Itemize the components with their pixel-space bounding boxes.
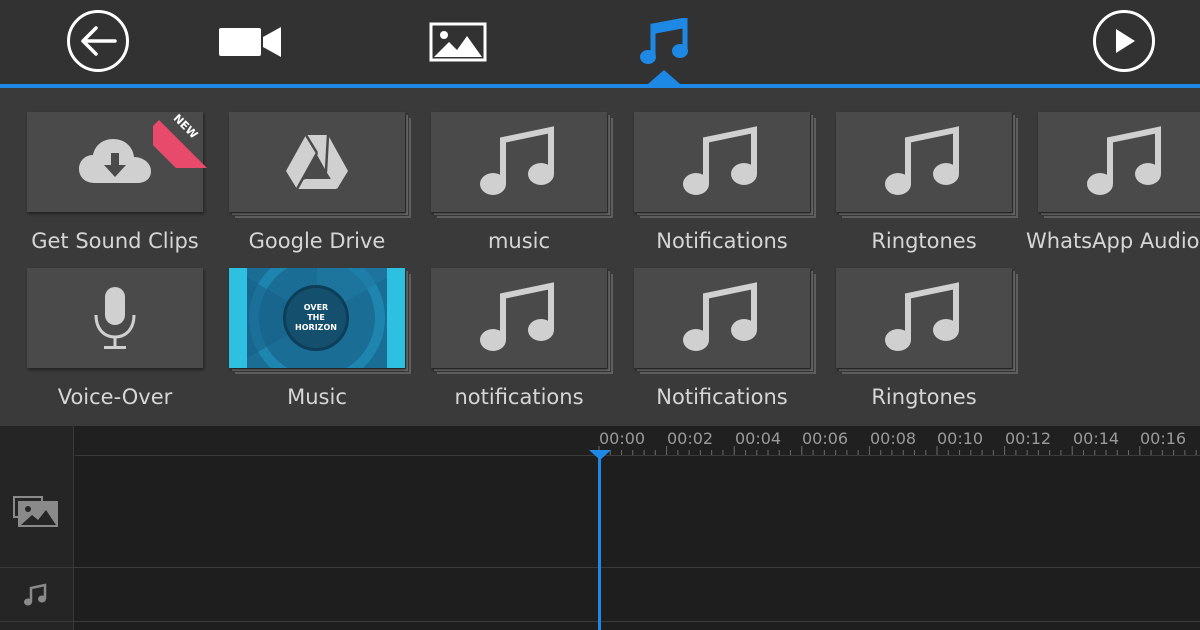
play-button[interactable] — [1093, 10, 1155, 72]
back-button[interactable] — [67, 10, 129, 72]
library-item-label: WhatsApp Audio — [1026, 229, 1200, 253]
music-note-icon — [885, 126, 959, 195]
playhead-handle[interactable] — [589, 450, 611, 460]
music-note-icon — [1087, 126, 1161, 195]
music-note-icon — [480, 126, 554, 195]
thumbnail — [634, 112, 816, 224]
thumbnail — [836, 112, 1018, 224]
thumbnail — [431, 112, 613, 224]
active-tab-indicator — [648, 70, 680, 84]
library-item-label: Voice-Over — [57, 385, 173, 409]
library-item-label: Music — [287, 385, 347, 409]
time-label: 00:00 — [599, 429, 646, 448]
playhead[interactable] — [598, 452, 601, 630]
new-badge: NEW — [153, 112, 209, 168]
thumbnail — [27, 268, 209, 380]
thumbnail — [431, 268, 613, 380]
time-label: 00:12 — [1005, 429, 1052, 448]
time-label: 00:06 — [802, 429, 849, 448]
time-label: 00:02 — [667, 429, 714, 448]
video-camera-icon — [219, 27, 281, 57]
tab-audio[interactable] — [632, 14, 696, 70]
play-icon — [1116, 29, 1135, 53]
time-label: 00:16 — [1140, 429, 1187, 448]
library-item-label: notifications — [454, 385, 584, 409]
album-art: OVER THE HORIZON — [229, 268, 405, 368]
google-drive-icon — [286, 134, 348, 190]
music-note-icon — [683, 282, 757, 351]
thumbnail: OVER THE HORIZON — [229, 268, 411, 380]
back-arrow-icon — [81, 26, 117, 56]
timeline: 00:00 00:02 00:04 00:06 00:08 00:10 00:1… — [0, 426, 1200, 630]
time-label: 00:10 — [937, 429, 984, 448]
time-label: 00:04 — [735, 429, 782, 448]
top-toolbar — [0, 0, 1200, 88]
library-item-label: Notifications — [656, 385, 788, 409]
library-item-label: music — [487, 229, 551, 253]
album-title: OVER THE HORIZON — [283, 285, 349, 351]
microphone-icon — [94, 287, 136, 349]
library-item-label: Get Sound Clips — [31, 229, 199, 253]
tab-photo[interactable] — [424, 14, 492, 70]
library-item-label: Google Drive — [248, 229, 386, 253]
thumbnail — [634, 268, 816, 380]
music-note-icon — [683, 126, 757, 195]
music-track-icon — [22, 582, 48, 608]
thumbnail: NEW — [27, 112, 209, 224]
time-label: 00:14 — [1073, 429, 1120, 448]
library-item-label: Ringtones — [871, 229, 977, 253]
time-ruler[interactable]: 00:00 00:02 00:04 00:06 00:08 00:10 00:1… — [75, 426, 1200, 456]
music-note-icon — [640, 18, 688, 64]
music-note-icon — [885, 282, 959, 351]
music-note-icon — [480, 282, 554, 351]
audio-library-grid: NEW Get Sound Clips Google Drive music N… — [0, 88, 1200, 426]
thumbnail — [1038, 112, 1200, 224]
time-label: 00:08 — [870, 429, 917, 448]
library-item-label: Notifications — [656, 229, 788, 253]
cloud-download-icon — [79, 139, 151, 183]
tab-video[interactable] — [214, 14, 286, 70]
photo-video-track-icon — [12, 494, 60, 530]
image-icon — [429, 22, 487, 62]
thumbnail — [836, 268, 1018, 380]
library-item-label: Ringtones — [871, 385, 977, 409]
thumbnail — [229, 112, 411, 224]
